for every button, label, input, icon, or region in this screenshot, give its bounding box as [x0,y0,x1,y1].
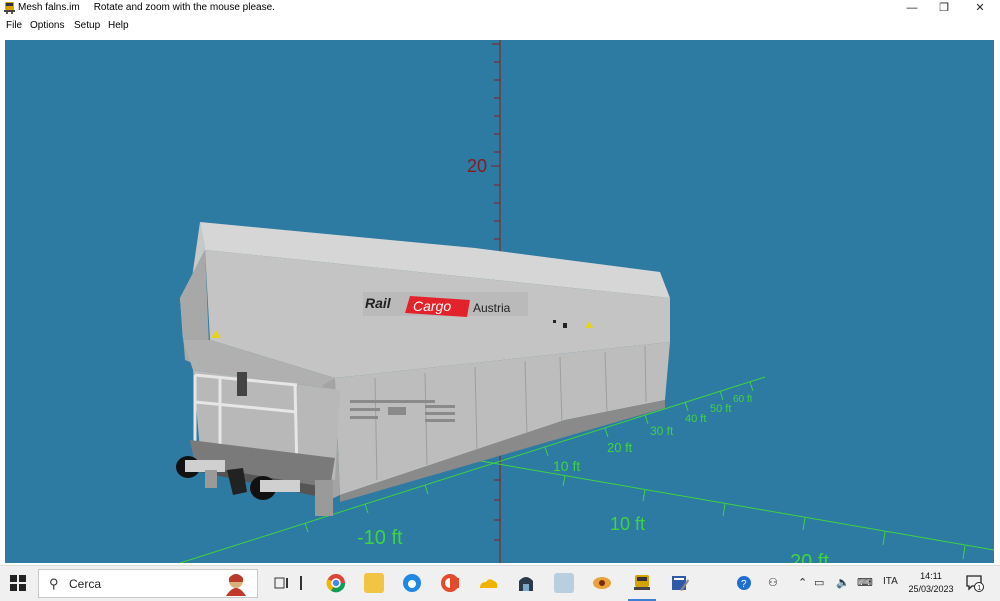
floor-label-20ft-near: 20 ft [790,551,829,563]
logo-austria-text: Austria [473,301,511,315]
logo-rail-text: Rail [365,295,392,311]
menu-help[interactable]: Help [108,20,129,31]
train-app-icon [4,2,15,14]
floor-label-20ft: 20 ft [607,440,633,455]
network-icon[interactable]: ▭ [814,576,824,589]
clock-time: 14:11 [920,571,942,581]
minimize-button[interactable]: — [895,0,929,17]
notification-count: 1 [977,585,981,592]
floor-label-40ft: 40 ft [685,413,706,425]
restore-button[interactable]: ❐ [927,0,961,17]
menu-options[interactable]: Options [30,20,64,31]
image-viewer-icon[interactable] [554,573,574,593]
dark-app-icon[interactable] [516,573,536,593]
mesh-viewport[interactable]: 20 60 ft 50 ft 40 ft 30 ft 20 ft 10 ft -… [5,40,994,563]
people-icon[interactable]: ⚇ [768,576,778,589]
system-clock[interactable]: 14:11 25/03/2023 [905,570,957,596]
windows-start-icon[interactable] [10,575,26,591]
svg-text:?: ? [741,579,747,590]
language-indicator[interactable]: ITA [883,576,898,587]
floor-label-30ft: 30 ft [650,424,674,438]
eye-app-icon[interactable] [592,573,612,593]
floor-label-10ft-near: 10 ft [610,514,645,534]
window-title: Mesh falns.im [18,2,80,13]
logo-cargo-text: Cargo [413,298,451,314]
file-explorer-icon[interactable] [364,573,384,593]
volume-icon[interactable]: 🔈 [836,576,850,589]
help-icon[interactable]: ? [737,576,751,593]
search-box[interactable]: ⚲ Cerca [38,569,258,598]
notification-icon[interactable]: 1 [966,574,984,592]
widgets-icon[interactable] [298,573,304,593]
onedrive-icon[interactable] [478,573,498,593]
chevron-up-icon[interactable]: ⌃ [798,576,807,589]
floor-label-neg10ft: -10 ft [357,527,403,549]
hopper-wagon-model[interactable]: Rail Cargo Austria [176,222,670,516]
menu-bar: File Options Setup Help [0,17,1000,34]
title-bar: Mesh falns.im Rotate and zoom with the mo… [0,0,1000,17]
vertical-axis-label: 20 [467,156,487,176]
floor-label-60ft: 60 ft [733,394,753,405]
scene-canvas[interactable]: 20 60 ft 50 ft 40 ft 30 ft 20 ft 10 ft -… [5,40,994,563]
window-hint: Rotate and zoom with the mouse please. [93,2,275,13]
clock-date: 25/03/2023 [908,584,954,594]
chrome-icon[interactable] [326,573,346,593]
ccleaner-icon[interactable] [440,573,460,593]
task-view-icon[interactable] [272,573,292,593]
train-app-taskbar-icon[interactable] [628,573,656,601]
taskbar: ⚲ Cerca ? ⚇ ⌃ ▭ 🔈 ⌨ ITA 14:11 25/03/2023… [0,565,1000,601]
keyboard-icon[interactable]: ⌨ [857,576,873,589]
edge-icon[interactable] [402,573,422,593]
floor-label-50ft: 50 ft [710,403,731,415]
magnifier-icon: ⚲ [49,576,59,591]
search-highlight-icon[interactable] [223,572,249,596]
menu-setup[interactable]: Setup [74,20,100,31]
floor-label-10ft: 10 ft [553,458,580,474]
menu-file[interactable]: File [6,20,22,31]
close-button[interactable]: ✕ [963,0,997,17]
search-placeholder: Cerca [69,577,102,591]
editor-app-icon[interactable] [670,573,690,593]
